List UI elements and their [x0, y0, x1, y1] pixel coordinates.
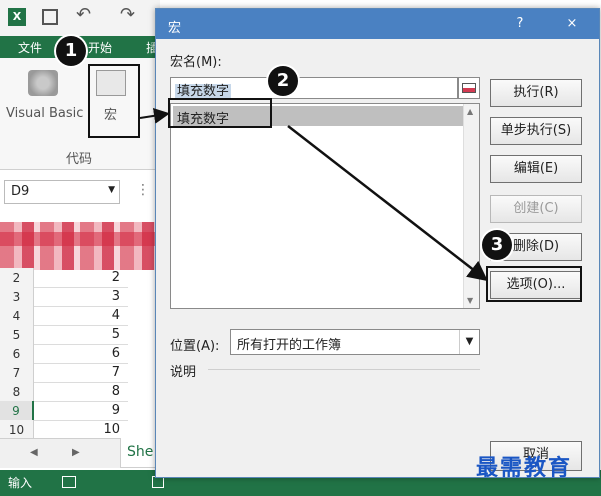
step-marker-1: 1	[56, 36, 86, 66]
watermark: 最需教育	[476, 455, 573, 481]
step-marker-3: 3	[482, 230, 512, 260]
arrow-to-list	[139, 107, 170, 124]
arrow-to-options	[287, 125, 488, 282]
step-marker-2: 2	[268, 66, 298, 96]
